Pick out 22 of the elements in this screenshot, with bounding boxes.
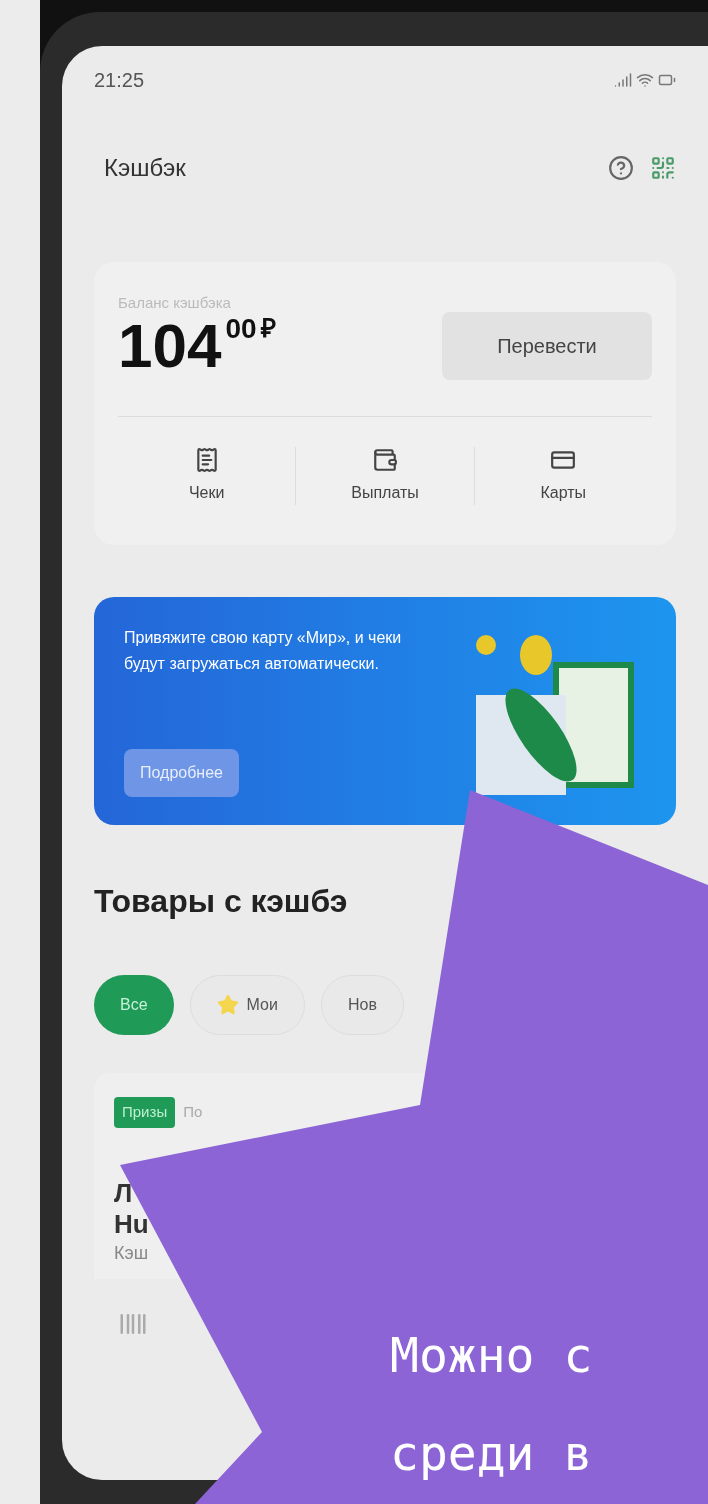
section-title: Товары с кэшбэ [94,882,349,921]
transfer-button[interactable]: Перевести [442,312,652,380]
filter-chip[interactable]: Нов [320,975,404,1035]
shortcut-button[interactable]: Выплаты [343,447,427,505]
overlay-caption: среди в [390,1424,593,1483]
product-note: По [183,1102,203,1122]
shortcut-icon [372,447,398,473]
overlay-caption: Можно с [390,1326,593,1385]
wifi-icon [636,71,654,89]
status-time: 21:25 [94,68,145,93]
qr-code-icon[interactable] [650,155,676,181]
product-cashback: Кэш [114,1241,150,1265]
banner-text: Привяжите свою карту «Мир», и чеки будут загружаться автоматически. [124,628,403,674]
filter-chip[interactable]: Мои [189,975,305,1035]
page-title: Кэшбэк [104,153,186,183]
signal-icon [614,71,632,89]
shortcut-button[interactable]: Чеки [180,447,233,505]
product-name: Л [114,1177,134,1209]
shortcut-button[interactable]: Карты [532,447,595,505]
help-icon[interactable] [608,155,634,181]
product-tag: Призы [114,1097,176,1128]
product-name: Hu [114,1208,150,1240]
